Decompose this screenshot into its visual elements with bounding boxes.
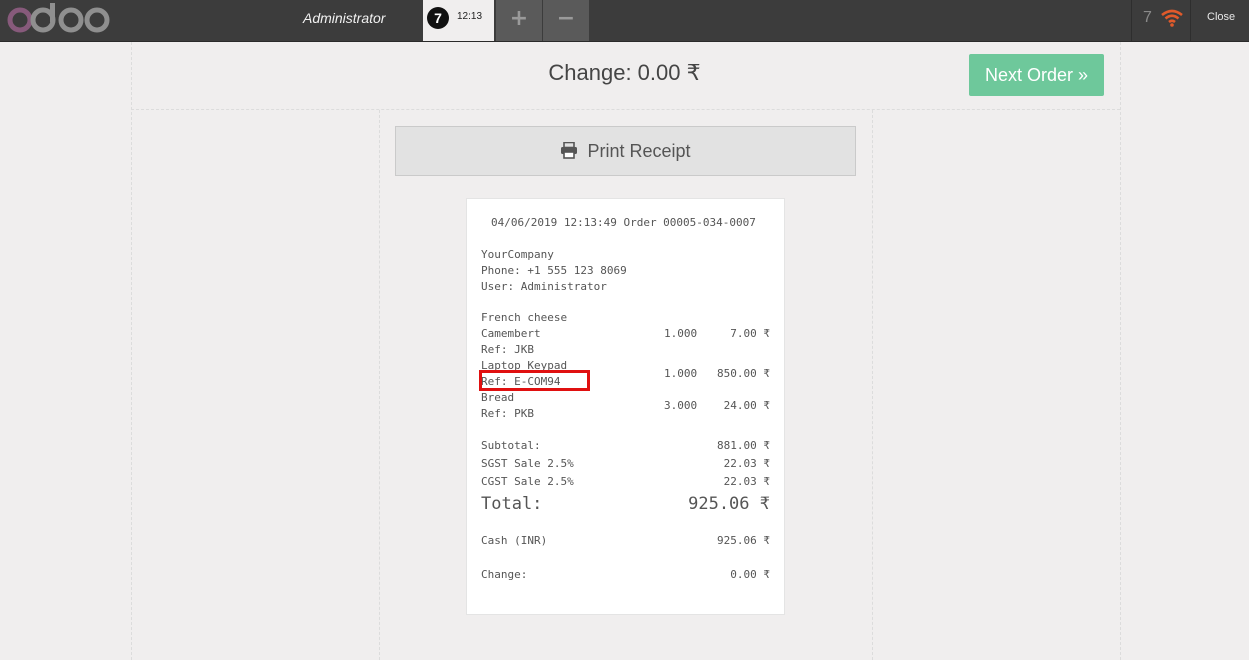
close-button[interactable]: Close [1207,11,1235,23]
order-time: 12:13 [457,11,483,22]
screen-guide [379,110,380,660]
receipt-line-qty: 1.000 [664,367,698,380]
receipt-user: User: Administrator [481,280,607,293]
next-order-button[interactable]: Next Order » [969,54,1104,96]
receipt-line-price: 7.00 ₹ [730,327,770,340]
screen-guide [131,42,132,660]
change-value: 0.00 ₹ [730,568,770,581]
odoo-logo [4,1,114,39]
receipt-header: 04/06/2019 12:13:49 Order 00005-034-0007 [491,216,756,229]
total-label: Total: [481,494,543,514]
add-order-button[interactable]: + [496,0,542,41]
print-receipt-label: Print Receipt [587,141,691,161]
order-tab-active[interactable]: 7 12:13 [423,0,494,41]
receipt-line-ref: Ref: PKB [481,407,534,420]
receipt-line-ref: Ref: JKB [481,343,534,356]
sync-count: 7 [1143,9,1152,26]
tax-label: CGST Sale 2.5% [481,475,574,488]
receipt-line-price: 24.00 ₹ [723,399,770,412]
order-sequence-badge: 7 [427,7,449,29]
print-receipt-button[interactable]: Print Receipt [395,126,856,176]
payment-value: 925.06 ₹ [717,534,770,547]
pos-topbar: Administrator 7 12:13 + − 7 Close [0,0,1249,42]
change-label: Change: [481,568,528,581]
screen-guide [1120,42,1121,660]
topbar-divider [1190,0,1191,41]
cashier-name[interactable]: Administrator [303,10,385,26]
screen-guide [872,110,873,660]
receipt-line-price: 850.00 ₹ [717,367,770,380]
receipt-company: YourCompany [481,248,554,261]
payment-label: Cash (INR) [481,534,548,547]
screen-guide [131,109,1120,110]
receipt: 04/06/2019 12:13:49 Order 00005-034-0007… [466,198,785,615]
topbar-divider [1131,0,1132,41]
receipt-line-qty: 3.000 [664,399,698,412]
subtotal-value: 881.00 ₹ [717,439,770,452]
receipt-line-name: Bread [481,391,515,404]
remove-order-button[interactable]: − [543,0,589,41]
receipt-line-name: Camembert [481,327,541,340]
subtotal-label: Subtotal: [481,439,541,452]
printer-icon [560,141,587,161]
highlight-box [479,370,590,391]
receipt-line-qty: 1.000 [664,327,698,340]
tax-value: 22.03 ₹ [723,475,770,488]
total-value: 925.06 ₹ [688,494,770,514]
wifi-icon[interactable] [1160,9,1184,31]
receipt-phone: Phone: +1 555 123 8069 [481,264,627,277]
tax-value: 22.03 ₹ [723,457,770,470]
tax-label: SGST Sale 2.5% [481,457,574,470]
receipt-line-name: French cheese [481,311,568,324]
